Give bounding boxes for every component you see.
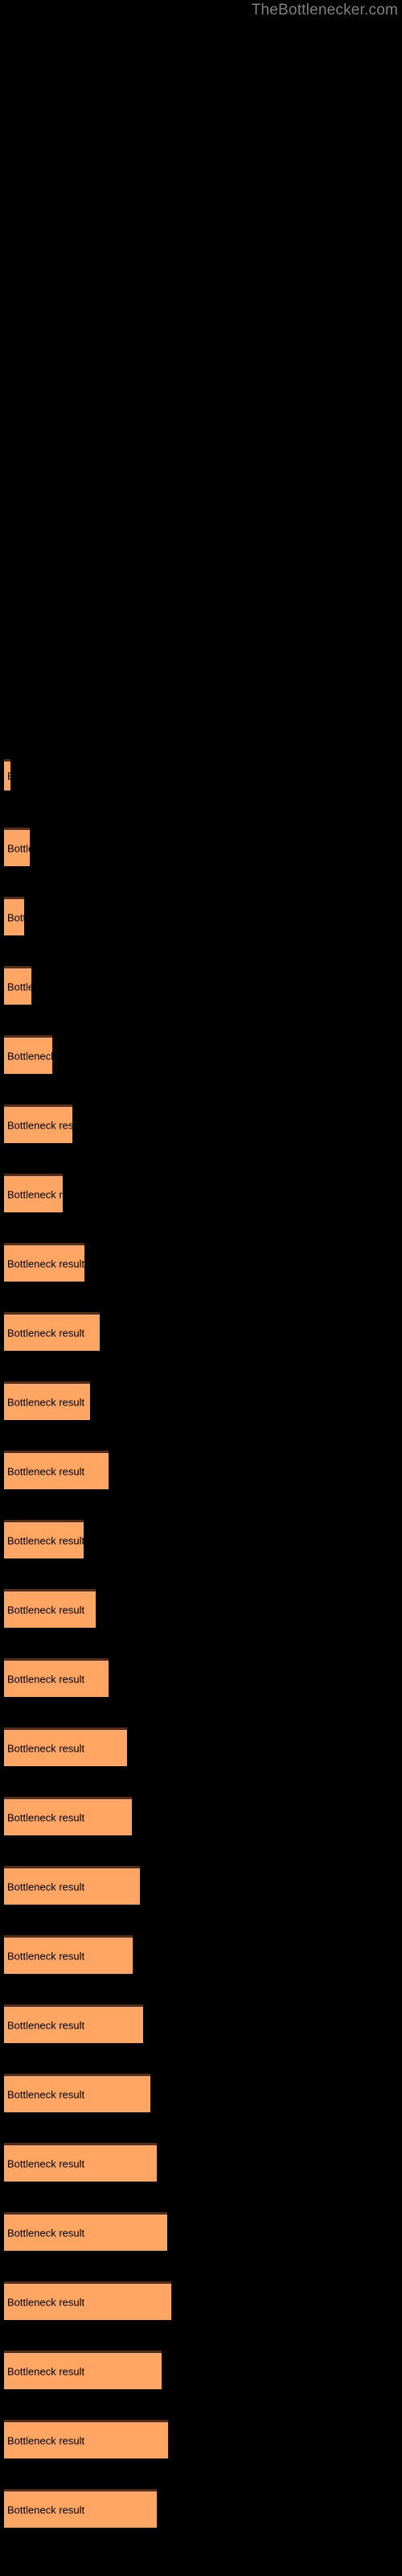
bar-row: Bottleneck result bbox=[4, 1381, 90, 1420]
bar-row: Bottleneck result bbox=[4, 828, 30, 866]
bar[interactable]: Bottleneck result bbox=[4, 1935, 133, 1974]
bar[interactable]: Bottleneck result bbox=[4, 1728, 127, 1766]
bar[interactable]: Bottleneck result bbox=[4, 2281, 171, 2320]
bar-label: Bottleneck result bbox=[7, 2227, 85, 2239]
bar[interactable]: Bottleneck result bbox=[4, 1866, 140, 1905]
bar[interactable]: Bottleneck result bbox=[4, 2351, 162, 2389]
bar[interactable]: Bottleneck result bbox=[4, 828, 30, 866]
bar-row: Bottleneck result bbox=[4, 2074, 150, 2112]
bar-label: Bottleneck result bbox=[7, 2019, 85, 2031]
bar-label: Bottleneck result bbox=[7, 2504, 85, 2516]
bar-row: Bottleneck result bbox=[4, 966, 31, 1005]
bar-label: Bottleneck result bbox=[7, 1396, 85, 1408]
bar-row: Bottleneck result bbox=[4, 2351, 162, 2389]
bar[interactable]: Bottleneck result bbox=[4, 1658, 109, 1697]
bar-row: Bottleneck result bbox=[4, 759, 10, 791]
bar-row: Bottleneck result bbox=[4, 1312, 100, 1351]
bar-row: Bottleneck result bbox=[4, 1728, 127, 1766]
bar-label: Bottleneck result bbox=[7, 1327, 85, 1339]
bar-row: Bottleneck result bbox=[4, 1035, 52, 1074]
bar[interactable]: Bottleneck result bbox=[4, 2489, 157, 2528]
bar-label: Bottleneck result bbox=[7, 1604, 85, 1616]
bar-label: Bottleneck result bbox=[7, 1050, 52, 1062]
bar-row: Bottleneck result bbox=[4, 1935, 133, 1974]
bar-label: Bottleneck result bbox=[7, 1880, 85, 1893]
bar[interactable]: Bottleneck result bbox=[4, 2074, 150, 2112]
bar-label: Bottleneck result bbox=[7, 980, 31, 993]
bar-row: Bottleneck result bbox=[4, 1451, 109, 1489]
bar-row: Bottleneck result bbox=[4, 2143, 157, 2182]
bar-label: Bottleneck result bbox=[7, 911, 24, 923]
bar-row: Bottleneck result bbox=[4, 2489, 157, 2528]
bar[interactable]: Bottleneck result bbox=[4, 1451, 109, 1489]
bar-label: Bottleneck result bbox=[7, 1534, 84, 1546]
bar-row: Bottleneck result bbox=[4, 1243, 84, 1282]
horizontal-bar-chart: Bottleneck result Bottleneck result Bottle… bbox=[0, 0, 402, 2576]
bar[interactable]: Bottleneck result bbox=[4, 2212, 167, 2251]
bar[interactable]: Bottleneck result bbox=[4, 966, 31, 1005]
bar-row: Bottleneck result bbox=[4, 1797, 132, 1835]
bar[interactable]: Bottleneck result bbox=[4, 759, 10, 791]
bar[interactable]: Bottleneck result bbox=[4, 897, 24, 935]
bar[interactable]: Bottleneck result bbox=[4, 2143, 157, 2182]
bar[interactable]: Bottleneck result bbox=[4, 1243, 84, 1282]
bar-label: Bottleneck result bbox=[7, 770, 10, 782]
bar-row: Bottleneck result bbox=[4, 1520, 84, 1558]
bar-row: Bottleneck result bbox=[4, 2212, 167, 2251]
bar-label: Bottleneck result bbox=[7, 1119, 72, 1131]
bar-row: Bottleneck result bbox=[4, 2281, 171, 2320]
bar-label: Bottleneck result bbox=[7, 1673, 85, 1685]
bar[interactable]: Bottleneck result bbox=[4, 2420, 168, 2458]
bar-row: Bottleneck result bbox=[4, 897, 24, 935]
bar-label: Bottleneck result bbox=[7, 1465, 85, 1477]
bar-label: Bottleneck result bbox=[7, 2296, 85, 2308]
bar-row: Bottleneck result bbox=[4, 1866, 140, 1905]
bar-label: Bottleneck result bbox=[7, 842, 30, 854]
bar-label: Bottleneck result bbox=[7, 1950, 85, 1962]
bar[interactable]: Bottleneck result bbox=[4, 2004, 143, 2043]
bar-row: Bottleneck result bbox=[4, 2420, 168, 2458]
bar-label: Bottleneck result bbox=[7, 2365, 85, 2377]
bar-row: Bottleneck result bbox=[4, 1104, 72, 1143]
bar[interactable]: Bottleneck result bbox=[4, 1381, 90, 1420]
bar-label: Bottleneck result bbox=[7, 1257, 84, 1269]
bar-row: Bottleneck result bbox=[4, 1658, 109, 1697]
bar[interactable]: Bottleneck result bbox=[4, 1589, 96, 1628]
bar-label: Bottleneck result bbox=[7, 1188, 63, 1200]
bar-row: Bottleneck result bbox=[4, 2004, 143, 2043]
bar-label: Bottleneck result bbox=[7, 1742, 85, 1754]
bar[interactable]: Bottleneck result bbox=[4, 1104, 72, 1143]
bar-row: Bottleneck result bbox=[4, 1174, 63, 1212]
bar-row: Bottleneck result bbox=[4, 1589, 96, 1628]
bar[interactable]: Bottleneck result bbox=[4, 1035, 52, 1074]
bar-label: Bottleneck result bbox=[7, 1811, 85, 1823]
bar-label: Bottleneck result bbox=[7, 2157, 85, 2169]
bar-label: Bottleneck result bbox=[7, 2434, 85, 2446]
bar[interactable]: Bottleneck result bbox=[4, 1797, 132, 1835]
bottleneck-chart-page: TheBottlenecker.com Bottleneck resultBot… bbox=[0, 0, 402, 2576]
bar[interactable]: Bottleneck result bbox=[4, 1312, 100, 1351]
bar[interactable]: Bottleneck result bbox=[4, 1520, 84, 1558]
bar[interactable]: Bottleneck result bbox=[4, 1174, 63, 1212]
bar-label: Bottleneck result bbox=[7, 2088, 85, 2100]
